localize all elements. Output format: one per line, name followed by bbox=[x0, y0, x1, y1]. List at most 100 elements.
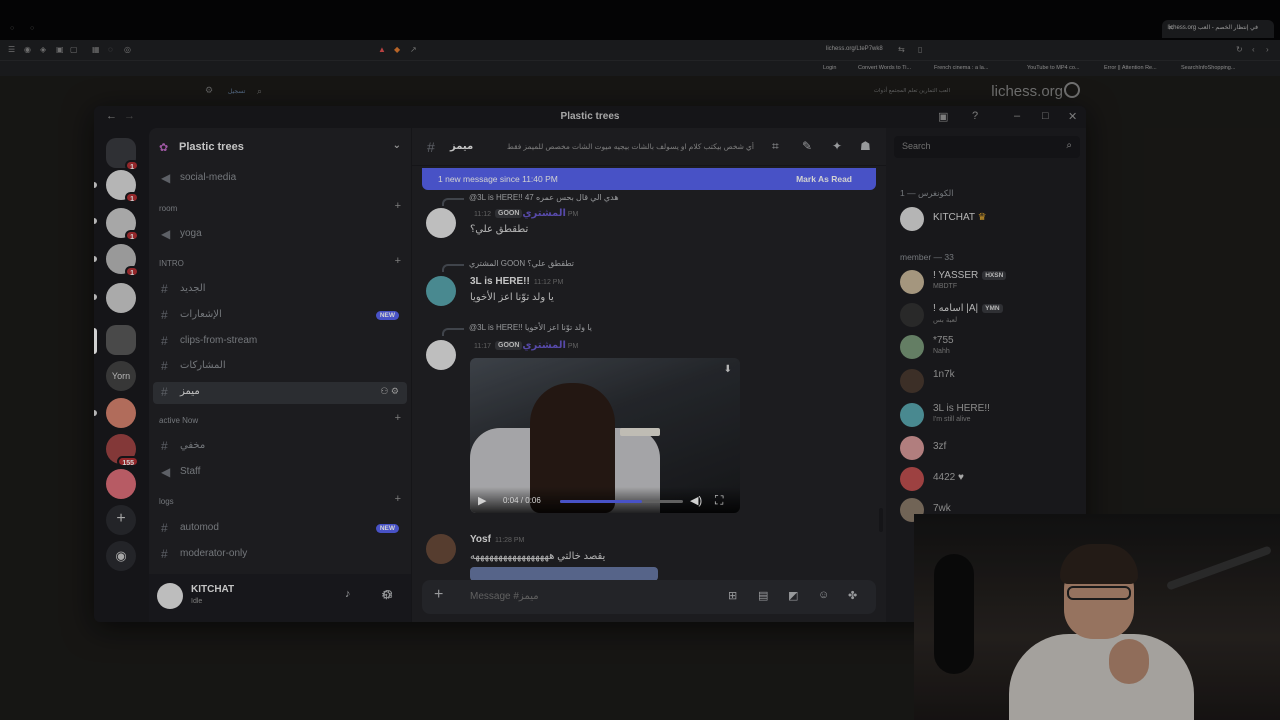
channel-automod[interactable]: # automod NEW bbox=[153, 518, 407, 540]
close-window-icon[interactable]: ✕ bbox=[1068, 110, 1077, 123]
search-icon[interactable]: ⌕ bbox=[1066, 140, 1072, 151]
category-logs[interactable]: logs bbox=[159, 497, 174, 506]
share-icon[interactable]: ↗ bbox=[410, 45, 417, 54]
gif-icon[interactable]: ▤ bbox=[758, 589, 768, 602]
microphone-icon[interactable]: ♪ bbox=[345, 588, 351, 600]
reply-preview[interactable]: @3L is HERE!! هدي الي قال بحس عمره 47 bbox=[469, 193, 619, 202]
settings-icon[interactable]: ⚙ bbox=[205, 85, 213, 96]
menu-icon[interactable]: ☰ bbox=[8, 45, 15, 54]
reply-preview[interactable]: @3L is HERE!! يا ولد توّنا اعز الأخويا bbox=[469, 323, 592, 332]
video-attachment[interactable]: ⬇ ▶ 0:04 / 0:06 ◀) ⛶ bbox=[470, 358, 740, 513]
lichess-logo[interactable]: lichess.org bbox=[991, 83, 1063, 100]
member-item[interactable]: KITCHAT ♛ bbox=[894, 204, 1080, 234]
avatar[interactable] bbox=[426, 340, 456, 370]
translate-icon[interactable]: ⇆ bbox=[898, 45, 905, 54]
category-room[interactable]: room bbox=[159, 204, 177, 213]
avatar[interactable] bbox=[426, 208, 456, 238]
plastic-trees-server-icon[interactable] bbox=[106, 325, 136, 355]
direct-messages-icon[interactable]: 1 bbox=[106, 138, 139, 171]
pin-icon[interactable]: ◉ bbox=[24, 45, 31, 54]
search-input[interactable]: Search ⌕ bbox=[894, 136, 1080, 158]
threads-icon[interactable]: ⌗ bbox=[772, 139, 779, 154]
member-list-icon[interactable]: ☗ bbox=[860, 139, 871, 153]
image-attachment[interactable] bbox=[470, 567, 658, 580]
server-icon[interactable]: 1 bbox=[106, 244, 139, 277]
signin-link[interactable]: تسجيل bbox=[228, 88, 245, 95]
channel-settings-icon[interactable]: ⚇ ⚙ bbox=[380, 386, 399, 397]
server-icon[interactable]: 155 bbox=[106, 434, 139, 467]
member-item[interactable]: ! اسامه |A| YMN لعبة بس bbox=[894, 300, 1080, 330]
server-icon[interactable] bbox=[106, 469, 136, 499]
search-icon[interactable]: ⌕ bbox=[257, 86, 262, 97]
chevron-down-icon[interactable]: ⌄ bbox=[393, 140, 401, 151]
channel-mimz[interactable]: # ميمز ⚇ ⚙ bbox=[153, 382, 407, 404]
member-item[interactable]: 1n7k bbox=[894, 366, 1080, 396]
category-intro[interactable]: INTRO bbox=[159, 259, 184, 268]
user-settings-icon[interactable]: ⚙ bbox=[381, 588, 392, 602]
bookmark-item[interactable]: SearchInfoShopping... bbox=[1181, 65, 1235, 71]
alert-icon[interactable]: ▲ bbox=[378, 45, 386, 54]
add-channel-icon[interactable]: + bbox=[395, 493, 401, 505]
bookmark-icon[interactable]: ▯ bbox=[918, 45, 922, 54]
refresh-icon[interactable]: ○ bbox=[30, 25, 34, 32]
extension-icon[interactable]: ◈ bbox=[40, 45, 46, 54]
channel-moderator-only[interactable]: # moderator-only bbox=[153, 544, 407, 566]
add-channel-icon[interactable]: + bbox=[395, 200, 401, 212]
bookmark-item[interactable]: Login bbox=[823, 65, 836, 71]
inbox-icon[interactable]: ▣ bbox=[938, 110, 948, 123]
bookmark-item[interactable]: French cinema : a la... bbox=[934, 65, 988, 71]
add-channel-icon[interactable]: + bbox=[395, 255, 401, 267]
grid-icon[interactable]: ▦ bbox=[92, 45, 100, 54]
channel-sharing[interactable]: # المشاركات bbox=[153, 356, 407, 378]
server-icon[interactable]: 1 bbox=[106, 170, 139, 203]
add-server-icon[interactable]: + bbox=[106, 505, 136, 535]
help-icon[interactable]: ? bbox=[972, 110, 978, 122]
pin-icon[interactable]: ✦ bbox=[832, 139, 842, 153]
new-messages-bar[interactable]: 1 new message since 11:40 PM Mark As Rea… bbox=[422, 168, 876, 190]
member-item[interactable]: ! YASSER HXSN MBDTF bbox=[894, 267, 1080, 297]
back-icon[interactable]: ○ bbox=[10, 25, 14, 32]
guild-header[interactable]: ✿ Plastic trees ⌄ bbox=[149, 128, 411, 166]
volume-icon[interactable]: ◀) bbox=[690, 494, 702, 507]
category-active-now[interactable]: active Now bbox=[159, 416, 198, 425]
browser-tab[interactable]: ✕ في إنتظار الخصم - العب lichess.org bbox=[1162, 20, 1274, 38]
server-icon[interactable]: 1 bbox=[106, 208, 139, 241]
address-bar[interactable]: lichess.org/LteP7wk8 bbox=[826, 46, 883, 52]
discover-icon[interactable]: ◉ bbox=[106, 541, 136, 571]
minimize-icon[interactable]: – bbox=[1014, 110, 1020, 122]
maximize-icon[interactable]: □ bbox=[1042, 110, 1049, 122]
mark-as-read-button[interactable]: Mark As Read bbox=[796, 174, 852, 184]
channel-staff[interactable]: ◀ Staff bbox=[153, 462, 407, 484]
channel-social-media[interactable]: ◀ social-media bbox=[153, 168, 407, 190]
server-icon[interactable] bbox=[106, 283, 136, 313]
avatar[interactable] bbox=[426, 534, 456, 564]
message-input[interactable]: Message #ميمز bbox=[470, 591, 539, 602]
apps-icon[interactable]: ✤ bbox=[848, 589, 857, 602]
bookmark-item[interactable]: YouTube to MP4 co... bbox=[1027, 65, 1080, 71]
bookmark-item[interactable]: Error || Attention Re... bbox=[1104, 65, 1157, 71]
member-item[interactable]: 3zf bbox=[894, 433, 1080, 463]
channel-hidden[interactable]: # مخفي bbox=[153, 436, 407, 458]
lichess-nav[interactable]: العب التمارين تعلم المجتمع أدوات bbox=[874, 88, 950, 94]
channel-topic[interactable]: أي شخص بيكتب كلام او يسولف بالشات بيجيه … bbox=[474, 142, 754, 151]
close-tab-icon[interactable]: ✕ bbox=[1168, 24, 1174, 32]
reply-preview[interactable]: المشتري GOON تطقطق علي؟ bbox=[469, 259, 574, 268]
chat-icon[interactable]: ◌ bbox=[108, 45, 113, 54]
sticker-icon[interactable]: ◩ bbox=[788, 589, 798, 602]
message-author[interactable]: 3L is HERE!! 11:12 PM bbox=[470, 276, 563, 287]
member-item[interactable]: 4422 ♥ bbox=[894, 464, 1080, 494]
scrollbar-thumb[interactable] bbox=[879, 508, 883, 532]
message-author[interactable]: Yosf 11:28 PM bbox=[470, 534, 524, 545]
download-icon[interactable]: ⬇ bbox=[724, 364, 732, 375]
avatar[interactable] bbox=[426, 276, 456, 306]
reload-icon[interactable]: ↻ bbox=[1236, 45, 1243, 54]
tab-icon[interactable]: ▢ bbox=[70, 45, 78, 54]
member-item[interactable]: 3L is HERE!! I'm still alive bbox=[894, 400, 1080, 430]
member-item[interactable]: *755 Nahh bbox=[894, 332, 1080, 362]
channel-clips[interactable]: # clips-from-stream bbox=[153, 331, 407, 353]
gift-icon[interactable]: ⊞ bbox=[728, 589, 737, 602]
brave-icon[interactable]: ◆ bbox=[394, 45, 400, 54]
add-attachment-icon[interactable]: + bbox=[434, 586, 443, 604]
nav-forward-icon[interactable]: › bbox=[1266, 45, 1269, 54]
video-progress-track[interactable] bbox=[560, 500, 683, 503]
